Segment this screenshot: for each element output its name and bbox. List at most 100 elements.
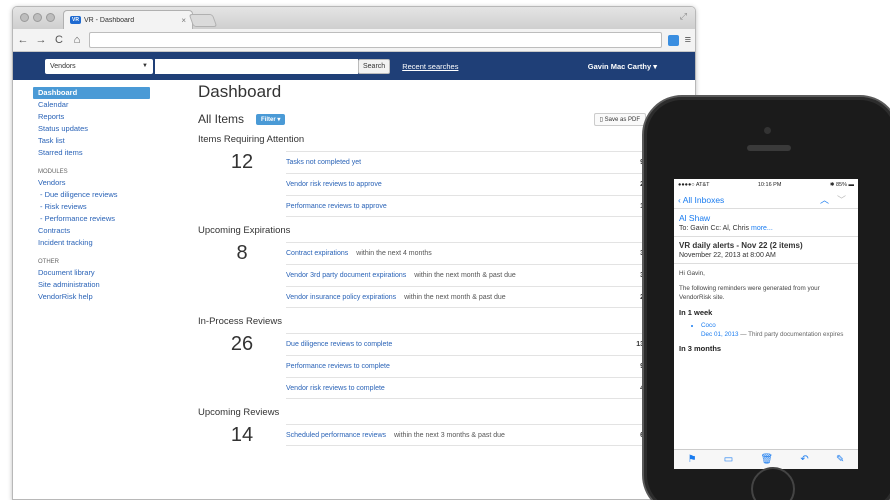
sidebar-item-vendors[interactable]: Vendors xyxy=(33,177,153,189)
battery-icon: ▬ xyxy=(848,182,855,188)
scope-select[interactable]: Vendors ▼ xyxy=(45,58,153,74)
group-upcoming-expirations: 8 Contract expirations within the next 4 … xyxy=(198,242,646,308)
sidebar-item-contracts[interactable]: Contracts xyxy=(33,225,153,237)
status-bar: ●●●●○ AT&T 10:16 PM ✱ 85% ▬ xyxy=(674,179,858,191)
group-in-process-reviews: 26 Due diligence reviews to complete 13 P… xyxy=(198,333,646,399)
chevron-up-icon[interactable]: ︿ xyxy=(820,195,837,205)
battery-indicator: ✱ 85% ▬ xyxy=(830,182,854,188)
sidebar-item-reports[interactable]: Reports xyxy=(33,111,153,123)
back-icon[interactable]: ← xyxy=(17,34,29,46)
clock: 10:16 PM xyxy=(757,182,782,188)
recent-searches-link[interactable]: Recent searches xyxy=(402,62,458,71)
reload-icon[interactable]: C xyxy=(53,34,65,46)
sender-name[interactable]: Al Shaw xyxy=(679,213,853,223)
mail-body: Hi Gavin, The following reminders were g… xyxy=(674,264,858,362)
search-button[interactable]: Search xyxy=(358,58,391,74)
filter-button[interactable]: Filter ▾ xyxy=(256,113,286,125)
sidebar-item-performance-reviews[interactable]: - Performance reviews xyxy=(33,213,153,225)
mail-section-heading: In 1 week xyxy=(679,308,713,317)
sidebar-item-risk-reviews[interactable]: - Risk reviews xyxy=(33,201,153,213)
sidebar-item-calendar[interactable]: Calendar xyxy=(33,99,153,111)
close-icon[interactable]: × xyxy=(181,16,186,25)
sidebar-item-task-list[interactable]: Task list xyxy=(33,135,153,147)
row-note: within the next month & past due xyxy=(404,293,506,301)
fullscreen-icon[interactable]: ⤢ xyxy=(680,11,687,22)
user-menu[interactable]: Gavin Mac Carthy ▾ xyxy=(588,62,657,71)
extension-icon[interactable] xyxy=(667,34,679,46)
chevron-down-icon: ▼ xyxy=(142,63,148,69)
group-title: Upcoming Expirations xyxy=(198,225,291,236)
minimize-window-button[interactable] xyxy=(33,13,42,22)
sidebar-item-status-updates[interactable]: Status updates xyxy=(33,123,153,135)
row-link[interactable]: Due diligence reviews to complete xyxy=(286,341,392,348)
all-inboxes-back-button[interactable]: ‹ All Inboxes xyxy=(678,195,724,205)
row-link[interactable]: Vendor risk reviews to approve xyxy=(286,181,382,188)
new-tab-button[interactable] xyxy=(188,14,218,27)
sidebar-item-site-administration[interactable]: Site administration xyxy=(33,279,153,291)
window-controls xyxy=(20,13,55,22)
trash-icon[interactable]: 🗑 xyxy=(760,454,773,465)
camera-icon xyxy=(764,127,771,134)
sidebar-item-incident-tracking[interactable]: Incident tracking xyxy=(33,237,153,249)
speaker-grille xyxy=(747,145,791,151)
group-items-requiring-attention: 12 Tasks not completed yet9 Vendor risk … xyxy=(198,151,646,217)
row-link[interactable]: Vendor insurance policy expirations xyxy=(286,294,396,301)
group-count: 12 xyxy=(230,151,254,173)
row-link[interactable]: Tasks not completed yet xyxy=(286,159,361,166)
save-pdf-button[interactable]: ▯ Save as PDF xyxy=(593,112,646,126)
user-name: Gavin Mac Carthy xyxy=(587,61,652,71)
forward-icon[interactable]: → xyxy=(35,34,47,46)
group-title: Upcoming Reviews xyxy=(198,407,280,418)
message-nav-arrows: ︿﹀ xyxy=(820,193,854,206)
row-link[interactable]: Scheduled performance reviews xyxy=(286,432,386,439)
reminder-date-link[interactable]: Dec 01, 2013 xyxy=(701,331,738,338)
mail-section-heading: In 3 months xyxy=(679,344,722,353)
mail-greeting: Hi Gavin, xyxy=(679,270,705,277)
tab-title: VR - Dashboard xyxy=(83,16,135,24)
table-row: Contract expirations within the next 4 mo… xyxy=(286,242,646,264)
scope-select-value: Vendors xyxy=(50,62,76,70)
more-recipients-link[interactable]: more... xyxy=(751,225,773,232)
address-bar[interactable] xyxy=(89,32,662,48)
mail-nav-bar: ‹ All Inboxes ︿﹀ xyxy=(674,191,858,209)
compose-icon[interactable]: ✎ xyxy=(836,454,844,465)
chevron-down-icon[interactable]: ﹀ xyxy=(837,195,854,205)
tab-dashboard[interactable]: VR VR - Dashboard × xyxy=(63,10,193,29)
app-header: Vendors ▼ Search Recent searches Gavin M… xyxy=(13,52,695,80)
search-input[interactable] xyxy=(155,58,358,74)
sidebar-item-document-library[interactable]: Document library xyxy=(33,267,153,279)
menu-icon[interactable]: ≡ xyxy=(685,34,691,46)
sidebar: Dashboard Calendar Reports Status update… xyxy=(33,87,153,303)
row-link[interactable]: Performance reviews to approve xyxy=(286,203,387,210)
sidebar-item-starred-items[interactable]: Starred items xyxy=(33,147,153,159)
flag-icon[interactable]: ⚑ xyxy=(688,454,697,465)
sidebar-item-due-diligence[interactable]: - Due diligence reviews xyxy=(33,189,153,201)
phone-screen: ●●●●○ AT&T 10:16 PM ✱ 85% ▬ ‹ All Inboxe… xyxy=(674,179,858,469)
recipients-line: To: Gavin Cc: Al, Chris xyxy=(679,225,750,232)
row-link[interactable]: Contract expirations xyxy=(286,250,348,257)
row-link[interactable]: Vendor risk reviews to complete xyxy=(286,385,385,392)
folder-icon[interactable]: ▭ xyxy=(724,454,733,465)
sidebar-item-help[interactable]: VendorRisk help xyxy=(33,291,153,303)
reply-icon[interactable]: ↶ xyxy=(800,454,808,465)
table-row: Due diligence reviews to complete 13 xyxy=(286,333,646,355)
table-row: Scheduled performance reviews within the … xyxy=(286,424,646,446)
table-row: Vendor insurance policy expirations withi… xyxy=(286,286,646,308)
row-note: within the next month & past due xyxy=(414,272,516,279)
row-link[interactable]: Vendor 3rd party document expirations xyxy=(286,272,406,279)
group-title: In-Process Reviews xyxy=(198,316,282,327)
reminder-link[interactable]: Coco xyxy=(701,322,716,329)
sidebar-item-dashboard[interactable]: Dashboard xyxy=(33,87,150,99)
home-button[interactable] xyxy=(751,467,795,500)
iphone-device: ●●●●○ AT&T 10:16 PM ✱ 85% ▬ ‹ All Inboxe… xyxy=(642,95,890,500)
all-items-heading: All Items xyxy=(198,112,245,126)
home-icon[interactable]: ⌂ xyxy=(71,34,83,46)
tab-bar: VR VR - Dashboard × ⤢ xyxy=(13,7,695,29)
mail-header-from: Al Shaw To: Gavin Cc: Al, Chris more... xyxy=(674,209,858,237)
row-note: within the next 4 months xyxy=(356,250,432,257)
row-link[interactable]: Performance reviews to complete xyxy=(286,363,390,370)
zoom-window-button[interactable] xyxy=(46,13,55,22)
row-note: within the next 3 months & past due xyxy=(394,431,505,439)
reminder-list: Coco Dec 01, 2013 — Third party document… xyxy=(679,321,853,339)
close-window-button[interactable] xyxy=(20,13,29,22)
